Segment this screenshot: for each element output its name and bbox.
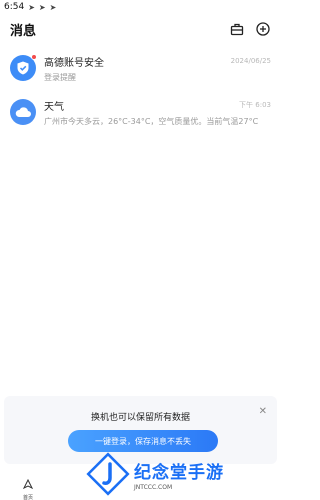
- page-title: 消息: [10, 23, 37, 39]
- add-icon[interactable]: [255, 21, 271, 37]
- login-prompt-headline: 换机也可以保留所有数据: [90, 413, 190, 423]
- watermark-subtitle: JNTCCC.COM: [134, 483, 173, 491]
- close-icon[interactable]: ✕: [259, 406, 267, 417]
- message-time: 下午 6:03: [239, 101, 271, 109]
- tab-home-label: 首页: [22, 495, 33, 500]
- telegram-icon-3: ➤: [49, 2, 57, 12]
- message-item-account-security[interactable]: 高德账号安全 2024/06/25 登录提醒: [0, 46, 281, 90]
- navigation-arrow-icon: [22, 478, 34, 490]
- toolbox-icon[interactable]: [229, 21, 245, 37]
- status-bar: 6:54 ➤ ➤ ➤: [0, 0, 281, 14]
- message-name: 高德账号安全: [44, 57, 104, 69]
- telegram-icon: ➤: [28, 2, 35, 12]
- shield-icon: [17, 61, 29, 75]
- tab-home[interactable]: 首页: [16, 474, 40, 500]
- message-time: 2024/06/25: [230, 57, 271, 65]
- weather-avatar: [10, 99, 36, 125]
- message-list: 高德账号安全 2024/06/25 登录提醒 天气 下午 6:03 广州市今天多…: [0, 46, 281, 134]
- message-item-weather[interactable]: 天气 下午 6:03 广州市今天多云，26°C-34°C，空气质量优。当前气温2…: [0, 90, 281, 134]
- message-preview: 登录提醒: [44, 72, 76, 82]
- watermark-title: 纪念堂手游: [134, 462, 224, 483]
- watermark-logo-icon: [86, 452, 130, 496]
- telegram-icon-2: ➤: [38, 2, 46, 12]
- cloud-icon: [15, 107, 31, 117]
- header-actions: [229, 21, 271, 37]
- status-time: 6:54: [4, 2, 25, 12]
- message-preview: 广州市今天多云，26°C-34°C，空气质量优。当前气温27°C: [44, 116, 259, 126]
- watermark: 纪念堂手游 JNTCCC.COM: [84, 448, 281, 500]
- account-security-avatar: [10, 54, 37, 81]
- header: 消息: [0, 14, 281, 44]
- message-name: 天气: [44, 101, 64, 113]
- unread-badge: [31, 54, 37, 60]
